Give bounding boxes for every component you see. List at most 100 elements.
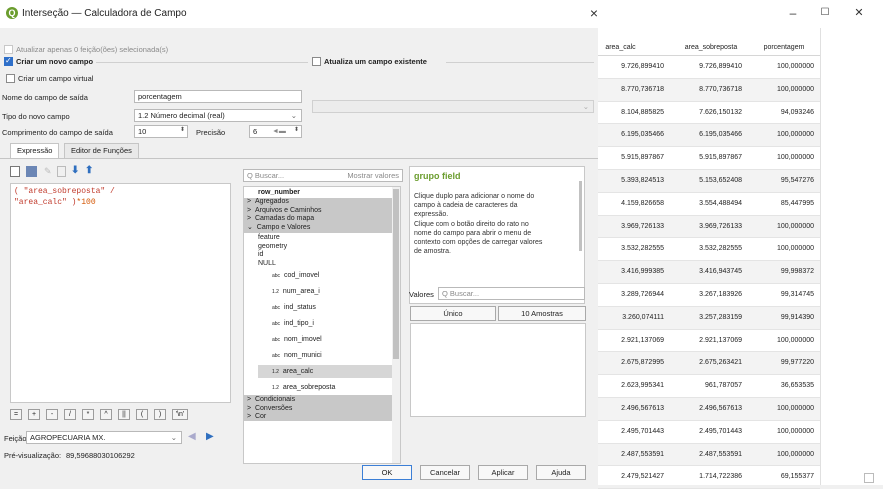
close-paren-button[interactable]: ): [154, 409, 166, 420]
porcentagem-cell[interactable]: 36,653535: [750, 382, 814, 389]
table-row[interactable]: 6.195,035466 6.195,035466 100,000000: [598, 124, 820, 148]
tree-field-ind-tipo-i[interactable]: abc ind_tipo_i: [272, 320, 314, 329]
area-sobreposta-cell[interactable]: 2.487,553591: [672, 451, 742, 458]
porcentagem-cell[interactable]: 100,000000: [750, 86, 814, 93]
tree-field-num-area-i[interactable]: 1.2 num_area_i: [272, 288, 320, 297]
porcentagem-cell[interactable]: 100,000000: [750, 131, 814, 138]
tree-field-area-sobreposta[interactable]: 1.2 area_sobreposta: [272, 384, 335, 393]
values-list[interactable]: [410, 323, 586, 417]
area-sobreposta-cell[interactable]: 2.921,137069: [672, 337, 742, 344]
area-sobreposta-cell[interactable]: 961,787057: [672, 382, 742, 389]
porcentagem-cell[interactable]: 99,998372: [750, 268, 814, 275]
area-sobreposta-cell[interactable]: 3.267,183926: [672, 291, 742, 298]
tree-group-fields-values[interactable]: ⌄ Campo e Valores: [247, 224, 310, 233]
tree-item-null[interactable]: NULL: [258, 260, 276, 269]
area-sobreposta-cell[interactable]: 2.496,567613: [672, 405, 742, 412]
table-row[interactable]: 3.532,282555 3.532,282555 100,000000: [598, 238, 820, 262]
area-sobreposta-cell[interactable]: 2.495,701443: [672, 428, 742, 435]
area-calc-cell[interactable]: 3.416,999385: [598, 268, 664, 275]
area-calc-cell[interactable]: 2.921,137069: [598, 337, 664, 344]
porcentagem-cell[interactable]: 85,447995: [750, 200, 814, 207]
porcentagem-cell[interactable]: 95,547276: [750, 177, 814, 184]
existing-field-select[interactable]: ⌄: [312, 100, 594, 113]
area-sobreposta-cell[interactable]: 3.257,283159: [672, 314, 742, 321]
maximize-button[interactable]: ☐: [812, 4, 838, 22]
table-row[interactable]: 8.770,736718 8.770,736718 100,000000: [598, 78, 820, 102]
tree-item-feature[interactable]: feature: [258, 234, 280, 243]
tree-group-color[interactable]: > Cor: [247, 413, 266, 422]
area-calc-cell[interactable]: 2.623,995341: [598, 382, 664, 389]
area-sobreposta-cell[interactable]: 7.626,150132: [672, 109, 742, 116]
header-area-sobreposta[interactable]: area_sobreposta: [672, 44, 750, 51]
help-scrollbar-thumb[interactable]: [579, 181, 582, 251]
window-close-button[interactable]: ✕: [846, 4, 872, 22]
grid-view-icon[interactable]: [864, 473, 874, 483]
apply-button[interactable]: Aplicar: [478, 465, 528, 480]
open-paren-button[interactable]: (: [136, 409, 148, 420]
area-calc-cell[interactable]: 3.532,282555: [598, 245, 664, 252]
show-values-button[interactable]: Mostrar valores: [347, 170, 399, 181]
tree-row-number[interactable]: row_number: [258, 189, 300, 198]
precision-spinbox[interactable]: 6 ◄▬ ⬍: [249, 125, 302, 138]
dialog-close-button[interactable]: ×: [581, 4, 607, 22]
field-type-select[interactable]: 1.2 Número decimal (real) ⌄: [134, 109, 302, 122]
values-search-input[interactable]: Q Buscar...: [438, 287, 585, 300]
porcentagem-cell[interactable]: 100,000000: [750, 405, 814, 412]
function-search-input[interactable]: Q Buscar... Mostrar valores: [243, 169, 403, 182]
table-row[interactable]: 8.104,885825 7.626,150132 94,093246: [598, 102, 820, 125]
table-row[interactable]: 3.260,074111 3.257,283159 99,914390: [598, 306, 820, 330]
table-row[interactable]: 9.726,899410 9.726,899410 100,000000: [598, 56, 820, 79]
table-row[interactable]: 5.393,824513 5.153,652408 95,547276: [598, 170, 820, 193]
header-area-calc[interactable]: area_calc: [598, 44, 643, 51]
ok-button[interactable]: OK: [362, 465, 412, 480]
import-icon[interactable]: ⬇: [71, 165, 79, 176]
area-sobreposta-cell[interactable]: 2.675,263421: [672, 359, 742, 366]
table-row[interactable]: 4.159,826658 3.554,488494 85,447995: [598, 193, 820, 216]
porcentagem-cell[interactable]: 99,914390: [750, 314, 814, 321]
area-calc-cell[interactable]: 8.104,885825: [598, 109, 664, 116]
cancel-button[interactable]: Cancelar: [420, 465, 470, 480]
previous-feature-icon[interactable]: ◀: [188, 431, 196, 442]
tree-field-area-calc[interactable]: 1.2 area_calc: [272, 368, 313, 377]
tree-group-files[interactable]: > Arquivos e Caminhos: [247, 207, 322, 216]
area-calc-cell[interactable]: 8.770,736718: [598, 86, 664, 93]
table-row[interactable]: 3.289,726944 3.267,183926 99,314745: [598, 284, 820, 307]
minimize-button[interactable]: –: [780, 4, 806, 22]
field-name-input[interactable]: porcentagem: [134, 90, 302, 103]
multiply-operator-button[interactable]: *: [82, 409, 94, 420]
unique-values-button[interactable]: Único: [410, 306, 496, 321]
header-porcentagem[interactable]: porcentagem: [750, 44, 818, 51]
table-row[interactable]: 2.487,553591 2.487,553591 100,000000: [598, 443, 820, 467]
porcentagem-cell[interactable]: 94,093246: [750, 109, 814, 116]
table-row[interactable]: 2.495,701443 2.495,701443 100,000000: [598, 421, 820, 444]
expression-editor[interactable]: ( "area_sobreposta" / "area_calc" )*100: [10, 183, 231, 403]
new-file-icon[interactable]: [10, 166, 20, 177]
tree-item-id[interactable]: id: [258, 251, 263, 260]
export-icon[interactable]: ⬆: [85, 165, 93, 176]
porcentagem-cell[interactable]: 100,000000: [750, 428, 814, 435]
help-button[interactable]: Ajuda: [536, 465, 586, 480]
area-calc-cell[interactable]: 2.479,521427: [598, 473, 664, 480]
porcentagem-cell[interactable]: 100,000000: [750, 154, 814, 161]
table-row[interactable]: 3.969,726133 3.969,726133 100,000000: [598, 215, 820, 239]
area-sobreposta-cell[interactable]: 1.714,722386: [672, 473, 742, 480]
area-sobreposta-cell[interactable]: 9.726,899410: [672, 63, 742, 70]
table-row[interactable]: 2.479,521427 1.714,722386 69,155377: [598, 466, 820, 489]
tree-field-nom-imovel[interactable]: abc nom_imovel: [272, 336, 322, 345]
tab-expression[interactable]: Expressão: [10, 143, 60, 159]
sample-values-button[interactable]: 10 Amostras: [498, 306, 586, 321]
table-row[interactable]: 2.623,995341 961,787057 36,653535: [598, 375, 820, 398]
equals-operator-button[interactable]: =: [10, 409, 22, 420]
divide-operator-button[interactable]: /: [64, 409, 76, 420]
edit-icon[interactable]: ✎: [44, 166, 52, 177]
porcentagem-cell[interactable]: 69,155377: [750, 473, 814, 480]
save-icon[interactable]: [26, 166, 37, 177]
table-row[interactable]: 2.496,567613 2.496,567613 100,000000: [598, 398, 820, 421]
porcentagem-cell[interactable]: 100,000000: [750, 63, 814, 70]
tree-scrollbar-thumb[interactable]: [393, 189, 399, 359]
area-calc-cell[interactable]: 2.496,567613: [598, 405, 664, 412]
tree-group-conversions[interactable]: > Conversões: [247, 405, 292, 414]
porcentagem-cell[interactable]: 100,000000: [750, 451, 814, 458]
area-calc-cell[interactable]: 5.915,897867: [598, 154, 664, 161]
area-calc-cell[interactable]: 2.487,553591: [598, 451, 664, 458]
